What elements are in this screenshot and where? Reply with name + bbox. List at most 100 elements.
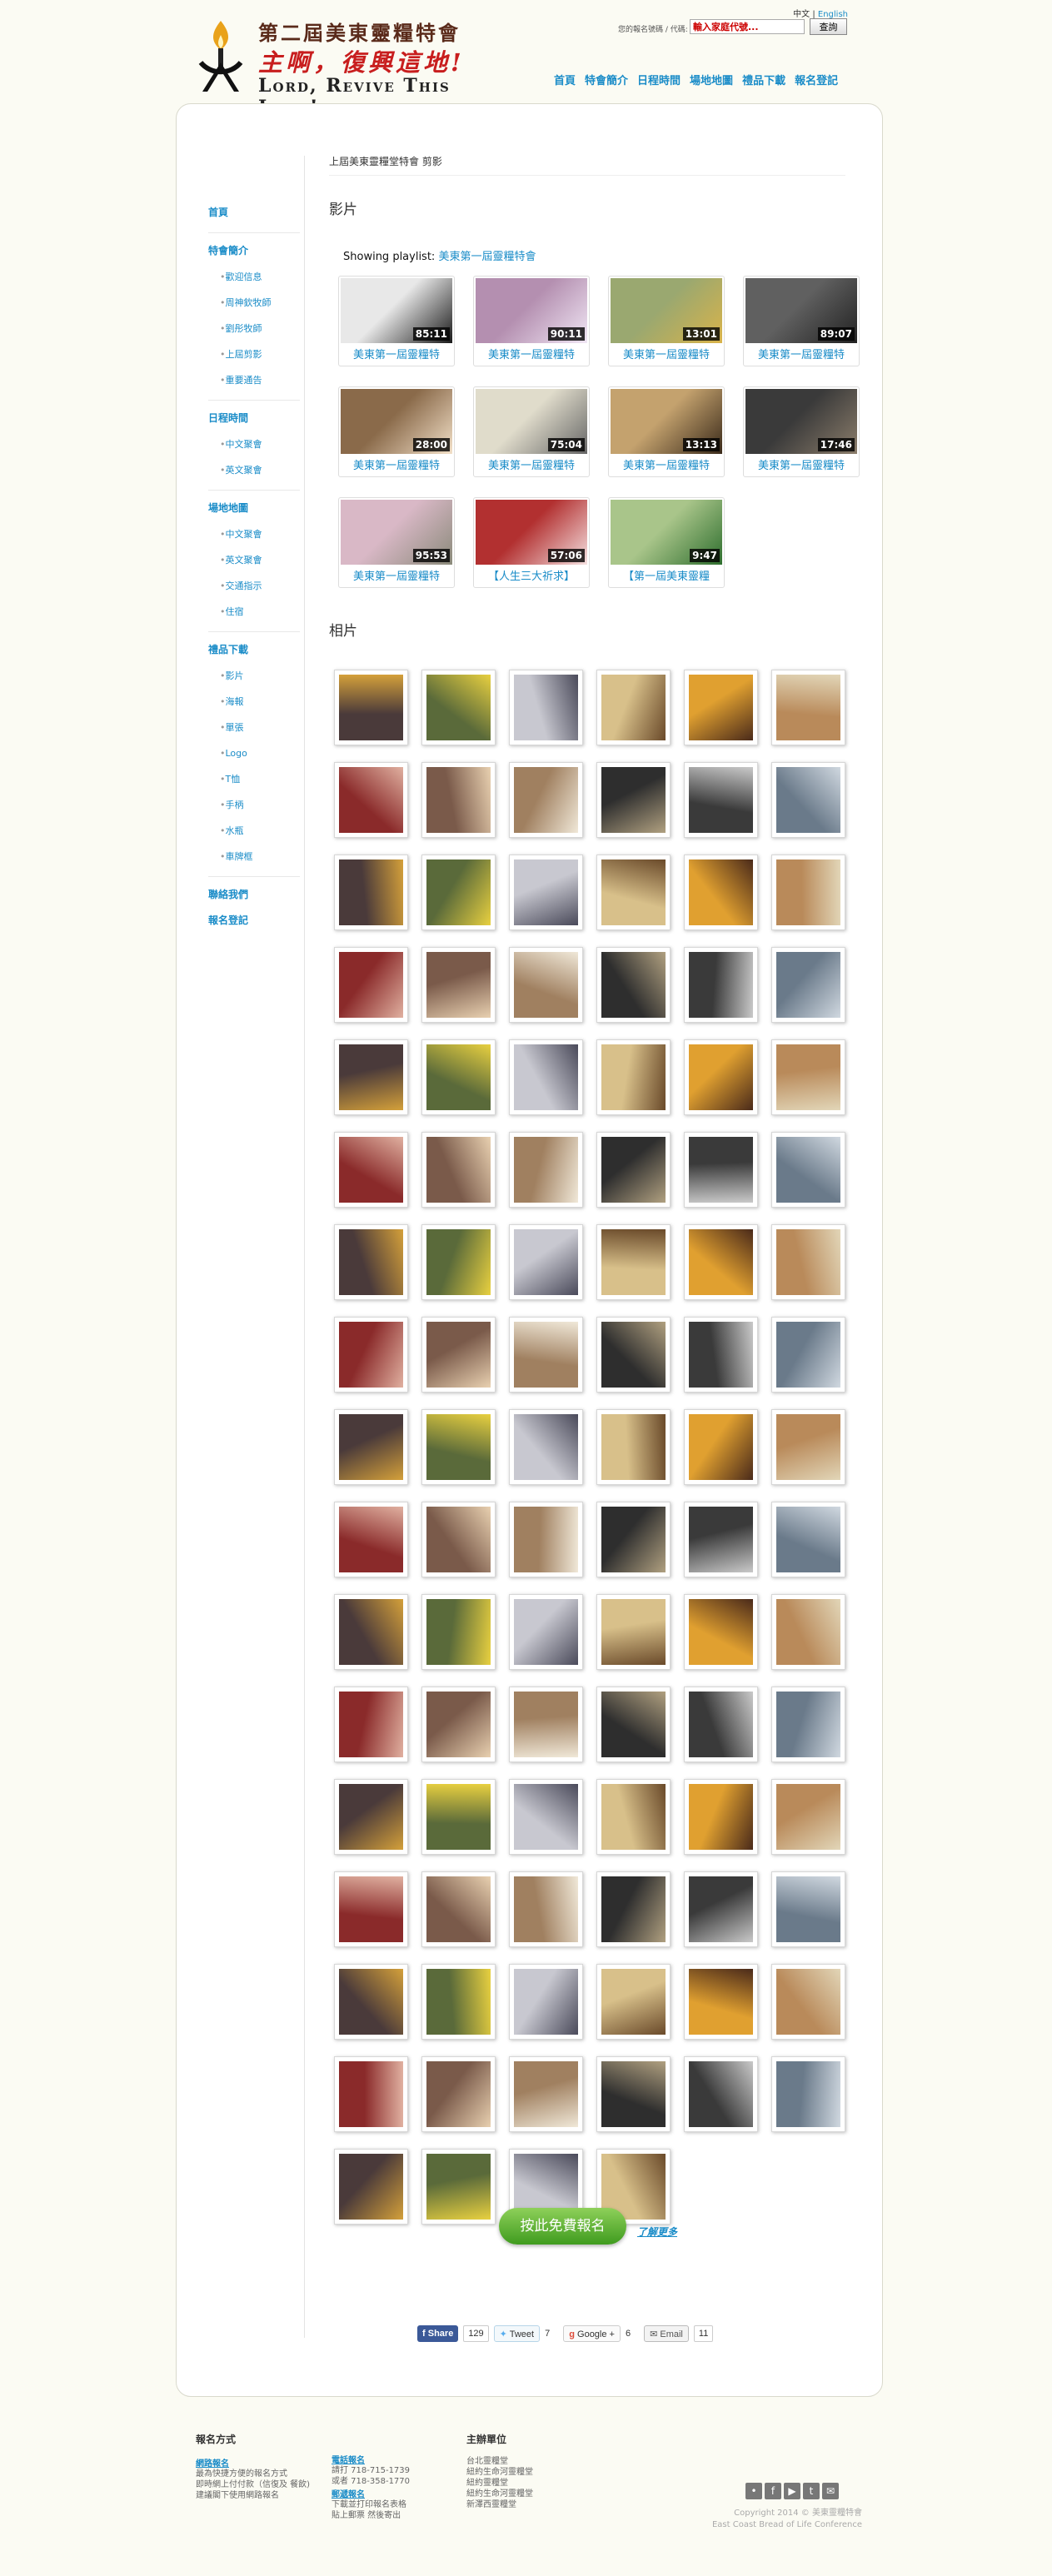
photo-thumbnail[interactable] xyxy=(684,947,758,1023)
photo-thumbnail[interactable] xyxy=(509,1039,583,1115)
photo-thumbnail[interactable] xyxy=(334,1502,408,1577)
video-thumbnail[interactable]: 85:11 xyxy=(341,278,452,343)
playlist-link[interactable]: 美東第一屆靈糧特會 xyxy=(438,251,536,263)
photo-thumbnail[interactable] xyxy=(684,1224,758,1300)
photo-thumbnail[interactable] xyxy=(771,855,845,930)
sidebar-item-past-highlights[interactable]: 上屆剪影 xyxy=(208,341,300,367)
register-free-button[interactable]: 按此免費報名 xyxy=(499,2208,626,2245)
photo-thumbnail[interactable] xyxy=(771,1594,845,1670)
sidebar-item-schedule-zh[interactable]: 中文聚會 xyxy=(208,431,300,457)
video-title-link[interactable]: 美東第一屆靈糧特 xyxy=(745,454,857,472)
video-thumbnail[interactable]: 90:11 xyxy=(476,278,587,343)
sidebar-item-handle[interactable]: 手柄 xyxy=(208,792,300,818)
photo-thumbnail[interactable] xyxy=(421,1964,496,2040)
video-title-link[interactable]: 【第一屆美東靈糧 xyxy=(611,565,722,583)
photo-thumbnail[interactable] xyxy=(596,855,671,930)
learn-more-link[interactable]: 了解更多 xyxy=(637,2225,677,2239)
photo-thumbnail[interactable] xyxy=(334,762,408,838)
photo-thumbnail[interactable] xyxy=(684,762,758,838)
video-card[interactable]: 90:11 美東第一屆靈糧特 xyxy=(473,276,590,366)
photo-thumbnail[interactable] xyxy=(771,670,845,745)
sidebar-item-flyers[interactable]: 單張 xyxy=(208,715,300,740)
video-thumbnail[interactable]: 75:04 xyxy=(476,389,587,454)
video-title-link[interactable]: 美東第一屆靈糧特 xyxy=(341,454,452,472)
photo-thumbnail[interactable] xyxy=(771,1687,845,1762)
sidebar-item-announcements[interactable]: 重要通告 xyxy=(208,367,300,393)
photo-thumbnail[interactable] xyxy=(509,1132,583,1208)
photo-thumbnail[interactable] xyxy=(421,1039,496,1115)
photo-thumbnail[interactable] xyxy=(509,1964,583,2040)
photo-thumbnail[interactable] xyxy=(771,1132,845,1208)
footer-mail-registration-link[interactable]: 郵遞報名 xyxy=(332,2487,410,2499)
photo-thumbnail[interactable] xyxy=(421,1502,496,1577)
photo-thumbnail[interactable] xyxy=(771,1224,845,1300)
photo-thumbnail[interactable] xyxy=(334,1224,408,1300)
photo-thumbnail[interactable] xyxy=(771,2056,845,2132)
photo-thumbnail[interactable] xyxy=(509,1871,583,1947)
topnav-map[interactable]: 場地地圖 xyxy=(690,72,733,87)
video-card[interactable]: 85:11 美東第一屆靈糧特 xyxy=(338,276,455,366)
video-card[interactable]: 9:47 【第一屆美東靈糧 xyxy=(608,497,725,588)
video-title-link[interactable]: 美東第一屆靈糧特 xyxy=(611,454,722,472)
email-share-button[interactable]: ✉ Email xyxy=(644,2325,689,2342)
photo-thumbnail[interactable] xyxy=(509,1317,583,1393)
video-card[interactable]: 95:53 美東第一屆靈糧特 xyxy=(338,497,455,588)
sidebar-item-venue[interactable]: 場地地圖 xyxy=(208,496,300,521)
footer-phone-registration-link[interactable]: 電話報名 xyxy=(332,2453,410,2465)
photo-thumbnail[interactable] xyxy=(509,1687,583,1762)
video-card[interactable]: 17:46 美東第一屆靈糧特 xyxy=(743,386,860,477)
photo-thumbnail[interactable] xyxy=(421,1317,496,1393)
sidebar-item-bottle[interactable]: 水瓶 xyxy=(208,818,300,844)
photo-thumbnail[interactable] xyxy=(596,1224,671,1300)
photo-thumbnail[interactable] xyxy=(509,762,583,838)
photo-thumbnail[interactable] xyxy=(771,1409,845,1485)
video-thumbnail[interactable]: 95:53 xyxy=(341,500,452,565)
photo-thumbnail[interactable] xyxy=(596,1317,671,1393)
photo-thumbnail[interactable] xyxy=(334,1779,408,1855)
video-card[interactable]: 75:04 美東第一屆靈糧特 xyxy=(473,386,590,477)
photo-thumbnail[interactable] xyxy=(334,1687,408,1762)
photo-thumbnail[interactable] xyxy=(421,2056,496,2132)
video-thumbnail[interactable]: 17:46 xyxy=(745,389,857,454)
photo-thumbnail[interactable] xyxy=(596,1039,671,1115)
photo-thumbnail[interactable] xyxy=(771,1871,845,1947)
photo-thumbnail[interactable] xyxy=(596,1779,671,1855)
sidebar-item-venue-en[interactable]: 英文聚會 xyxy=(208,547,300,573)
photo-thumbnail[interactable] xyxy=(421,855,496,930)
photo-thumbnail[interactable] xyxy=(596,1594,671,1670)
site-logo[interactable]: 第二屆美東靈糧特會 主啊，復興這地! Lord, Revive This Lan… xyxy=(196,17,504,118)
photo-thumbnail[interactable] xyxy=(684,1779,758,1855)
photo-thumbnail[interactable] xyxy=(334,1594,408,1670)
photo-thumbnail[interactable] xyxy=(421,2149,496,2225)
video-card[interactable]: 89:07 美東第一屆靈糧特 xyxy=(743,276,860,366)
photo-thumbnail[interactable] xyxy=(771,1317,845,1393)
photo-thumbnail[interactable] xyxy=(684,1502,758,1577)
photo-thumbnail[interactable] xyxy=(684,1317,758,1393)
video-thumbnail[interactable]: 13:01 xyxy=(611,278,722,343)
photo-thumbnail[interactable] xyxy=(684,1594,758,1670)
photo-thumbnail[interactable] xyxy=(421,1871,496,1947)
family-code-input[interactable] xyxy=(690,19,805,34)
photo-thumbnail[interactable] xyxy=(684,2056,758,2132)
photo-thumbnail[interactable] xyxy=(334,947,408,1023)
photo-thumbnail[interactable] xyxy=(771,1964,845,2040)
photo-thumbnail[interactable] xyxy=(421,1687,496,1762)
photo-thumbnail[interactable] xyxy=(334,670,408,745)
photo-thumbnail[interactable] xyxy=(684,1871,758,1947)
sidebar-item-speaker-1[interactable]: 周神欽牧師 xyxy=(208,290,300,316)
sidebar-item-directions[interactable]: 交通指示 xyxy=(208,573,300,599)
sidebar-item-lodging[interactable]: 住宿 xyxy=(208,599,300,625)
photo-thumbnail[interactable] xyxy=(509,1224,583,1300)
sidebar-item-register[interactable]: 報名登記 xyxy=(208,908,300,934)
video-title-link[interactable]: 【人生三大祈求】 xyxy=(476,565,587,583)
photo-thumbnail[interactable] xyxy=(684,1039,758,1115)
photo-thumbnail[interactable] xyxy=(509,1409,583,1485)
sidebar-item-contact[interactable]: 聯絡我們 xyxy=(208,882,300,908)
photo-thumbnail[interactable] xyxy=(421,1409,496,1485)
video-title-link[interactable]: 美東第一屆靈糧特 xyxy=(476,454,587,472)
photo-thumbnail[interactable] xyxy=(421,1132,496,1208)
photo-thumbnail[interactable] xyxy=(421,1224,496,1300)
mail-icon[interactable]: ✉ xyxy=(822,2483,839,2499)
photo-thumbnail[interactable] xyxy=(334,2056,408,2132)
video-thumbnail[interactable]: 89:07 xyxy=(745,278,857,343)
